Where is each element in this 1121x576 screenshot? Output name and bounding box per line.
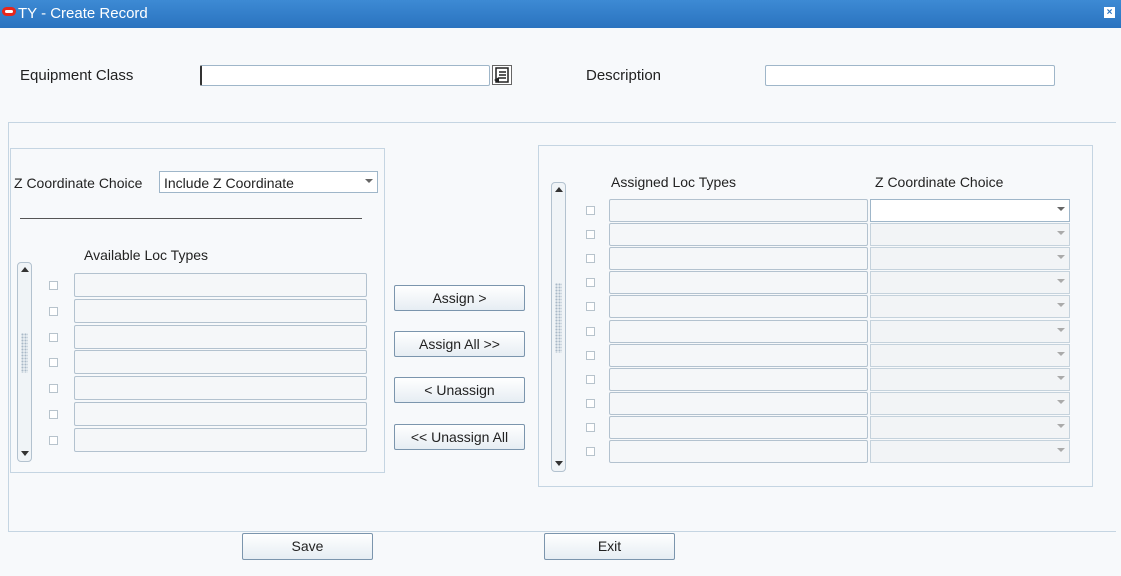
assigned-row-checkbox[interactable] xyxy=(586,422,595,432)
divider xyxy=(20,218,362,219)
assigned-loc-type-field[interactable] xyxy=(609,343,868,367)
description-label: Description xyxy=(586,67,662,84)
assigned-loc-type-field[interactable] xyxy=(609,223,868,247)
available-row-checkbox[interactable] xyxy=(49,410,58,419)
available-row-checkbox[interactable] xyxy=(49,332,58,342)
available-loc-types-header: Available Loc Types xyxy=(84,247,209,263)
chevron-down-icon xyxy=(1057,207,1065,211)
available-row-checkbox[interactable] xyxy=(49,306,58,316)
assigned-loc-type-field[interactable] xyxy=(609,391,868,415)
chevron-down-icon xyxy=(1057,255,1065,260)
assigned-row-checkbox[interactable] xyxy=(586,278,595,288)
scroll-down-icon[interactable] xyxy=(20,449,30,459)
scroll-down-icon[interactable] xyxy=(554,459,564,469)
assign-all-button[interactable]: Assign All >> xyxy=(394,331,525,357)
list-of-values-icon[interactable] xyxy=(492,65,512,85)
assigned-loc-type-field[interactable] xyxy=(609,247,868,271)
available-row-checkbox[interactable] xyxy=(49,281,58,290)
z-choice-column-header: Z Coordinate Choice xyxy=(875,174,1004,190)
save-button[interactable]: Save xyxy=(242,533,373,560)
assign-button[interactable]: Assign > xyxy=(394,285,525,311)
window-title: TY - Create Record xyxy=(18,5,148,22)
assigned-loc-type-field[interactable] xyxy=(609,415,868,439)
assigned-z-choice-select[interactable] xyxy=(870,391,1070,415)
available-row-checkbox[interactable] xyxy=(49,358,58,368)
available-loc-type-field[interactable] xyxy=(74,298,367,323)
available-loc-type-field[interactable] xyxy=(74,324,367,349)
assigned-row-checkbox[interactable] xyxy=(586,302,595,312)
assigned-z-choice-select[interactable] xyxy=(870,367,1070,391)
unassign-all-button[interactable]: << Unassign All xyxy=(394,424,525,450)
assigned-loc-type-field[interactable] xyxy=(609,319,868,343)
available-loc-type-field[interactable] xyxy=(74,376,367,401)
equipment-class-label: Equipment Class xyxy=(20,67,134,84)
assigned-z-choice-select[interactable] xyxy=(870,343,1070,367)
close-icon[interactable]: × xyxy=(1104,7,1115,18)
available-loc-type-field[interactable] xyxy=(74,350,367,375)
assigned-loc-type-field[interactable] xyxy=(609,271,868,295)
assigned-z-choice-select[interactable] xyxy=(870,440,1070,463)
assigned-z-choice-select[interactable] xyxy=(870,295,1070,319)
assigned-row-checkbox[interactable] xyxy=(586,398,595,408)
assigned-loc-type-field[interactable] xyxy=(609,440,868,463)
chevron-down-icon xyxy=(1057,351,1065,356)
available-loc-type-field[interactable] xyxy=(74,273,367,297)
oracle-logo-icon xyxy=(2,7,16,16)
equipment-class-input[interactable] xyxy=(200,65,490,86)
assigned-scrollbar[interactable] xyxy=(551,182,566,472)
exit-button[interactable]: Exit xyxy=(544,533,675,560)
scroll-up-icon[interactable] xyxy=(20,265,30,275)
available-loc-type-field[interactable] xyxy=(74,427,367,452)
assigned-z-choice-select[interactable] xyxy=(870,271,1070,295)
assigned-z-choice-select[interactable] xyxy=(870,223,1070,247)
assigned-z-choice-select[interactable] xyxy=(870,199,1070,222)
assigned-row-checkbox[interactable] xyxy=(586,206,595,215)
assigned-row-checkbox[interactable] xyxy=(586,230,595,240)
assigned-z-choice-select[interactable] xyxy=(870,415,1070,439)
available-loc-type-field[interactable] xyxy=(74,402,367,426)
assigned-row-checkbox[interactable] xyxy=(586,374,595,384)
chevron-down-icon xyxy=(1057,399,1065,404)
chevron-down-icon xyxy=(1057,423,1065,428)
chevron-down-icon xyxy=(1057,448,1065,452)
unassign-button[interactable]: < Unassign xyxy=(394,377,525,403)
scroll-up-icon[interactable] xyxy=(554,185,564,195)
assigned-row-checkbox[interactable] xyxy=(586,326,595,336)
available-row-checkbox[interactable] xyxy=(49,384,58,394)
z-choice-label: Z Coordinate Choice xyxy=(14,175,143,191)
assigned-loc-type-field[interactable] xyxy=(609,367,868,391)
assigned-loc-types-header: Assigned Loc Types xyxy=(611,174,737,190)
description-input[interactable] xyxy=(765,65,1055,86)
chevron-down-icon xyxy=(1057,303,1065,308)
assigned-loc-type-field[interactable] xyxy=(609,295,868,319)
scroll-grip[interactable] xyxy=(555,283,562,353)
assigned-row-checkbox[interactable] xyxy=(586,447,595,456)
assigned-row-checkbox[interactable] xyxy=(586,254,595,264)
assigned-z-choice-select[interactable] xyxy=(870,247,1070,271)
assigned-z-choice-select[interactable] xyxy=(870,319,1070,343)
chevron-down-icon xyxy=(1057,375,1065,380)
chevron-down-icon xyxy=(1057,279,1065,284)
available-scrollbar[interactable] xyxy=(17,262,32,462)
z-choice-select[interactable]: Include Z Coordinate xyxy=(159,171,378,193)
assigned-row-checkbox[interactable] xyxy=(586,350,595,360)
z-choice-value: Include Z Coordinate xyxy=(164,175,294,191)
chevron-down-icon xyxy=(365,179,373,183)
assigned-loc-type-field[interactable] xyxy=(609,199,868,222)
scroll-grip[interactable] xyxy=(21,333,28,373)
chevron-down-icon xyxy=(1057,231,1065,236)
chevron-down-icon xyxy=(1057,327,1065,332)
available-row-checkbox[interactable] xyxy=(49,435,58,445)
title-bar: TY - Create Record × xyxy=(0,0,1121,28)
